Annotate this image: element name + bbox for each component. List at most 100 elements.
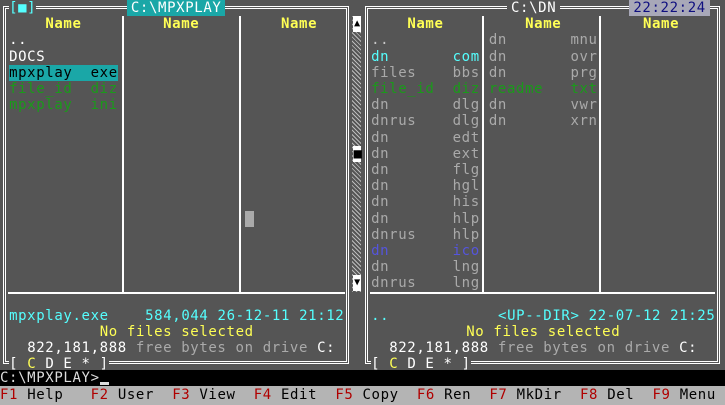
column-header[interactable]: Name [371,16,480,32]
file-item[interactable]: dnrus lng [371,275,480,291]
free-bytes: 822,181,888 [389,340,489,357]
column-divider [122,16,124,292]
file-item[interactable]: dn hgl [371,178,480,194]
file-name: dn [371,145,390,162]
file-info-details: <UP--DIR> 22-07-12 21:25 [498,307,716,324]
file-name: dnrus [371,275,417,292]
file-ext: diz [90,81,118,97]
clock: 22:22:24 [629,0,710,16]
key-number: F4 [253,387,272,403]
column-header[interactable]: Name [9,16,118,32]
text-cursor [100,382,109,385]
file-ext: edt [452,129,480,146]
file-ext: his [452,194,480,211]
file-item[interactable]: dn vwr [489,97,598,113]
free-space: 822,181,888 free bytes on drive C: [389,340,697,356]
file-ext: hlp [452,210,480,227]
file-ext: diz [452,81,480,97]
file-name: dn [488,113,507,130]
selection-status: No files selected [99,324,254,340]
file-item[interactable]: dn com [371,49,480,65]
file-name: mpxplay [9,97,73,114]
key-label: Help [27,387,64,403]
column-divider [599,16,601,292]
function-key-f1[interactable]: F1 Help [0,387,63,403]
column-divider [239,16,241,292]
command-line[interactable]: C:\MPXPLAY> [0,370,725,386]
file-name: file_id [9,81,73,97]
left-panel[interactable]: [■] C:\MPXPLAY Name Name Name .. DOCS mpxp… [0,0,362,373]
file-name: .. [9,32,28,49]
file-name: dn [371,210,390,227]
drive-label: C: [317,340,336,357]
panel-menu-button[interactable]: [■] [9,0,37,16]
function-key-f5[interactable]: F5 Copy [335,387,398,403]
file-item[interactable]: dn ico [371,243,480,259]
file-ext: mnu [570,32,598,49]
dos-navigator-screen: [■] C:\MPXPLAY Name Name Name .. DOCS mpxp… [0,0,725,405]
column-header[interactable]: Name [607,16,716,32]
scroll-up-arrow-icon[interactable]: ▲ [353,16,362,33]
key-number: F1 [0,387,19,403]
file-info-name: mpxplay.exe [9,307,109,324]
file-name: file_id [371,81,435,97]
file-item[interactable]: dn hlp [371,211,480,227]
function-key-f2[interactable]: F2 User [91,387,154,403]
file-item[interactable]: dnrus hlp [371,227,480,243]
scroll-down-arrow-icon[interactable]: ▼ [353,275,362,292]
column-header[interactable]: Name [245,16,354,32]
file-item[interactable]: readme txt [489,81,598,97]
column-divider [482,16,484,292]
key-number: F3 [172,387,191,403]
file-item[interactable]: dn prg [489,65,598,81]
file-ext: dlg [452,97,480,114]
function-key-f6[interactable]: F6 Ren [417,387,471,403]
file-item[interactable]: mpxplay ini [9,97,118,113]
function-key-f4[interactable]: F4 Edit [254,387,317,403]
file-ext: txt [570,81,598,97]
file-ext: ovr [570,48,598,65]
right-panel[interactable]: C:\DN 22:22:24 Name Name Name .. dn com fil… [362,0,725,373]
left-panel-title: C:\MPXPLAY [126,0,226,16]
key-number: F2 [90,387,109,403]
file-item[interactable]: dn ext [371,146,480,162]
file-item[interactable]: .. [9,32,118,48]
file-item[interactable]: files bbs [371,65,480,81]
file-item[interactable]: dn flg [371,162,480,178]
file-ext: exe [90,64,118,81]
key-number: F8 [580,387,599,403]
file-item[interactable]: file_id diz [9,81,118,97]
column-header[interactable]: Name [127,16,236,32]
command-prompt[interactable]: C:\MPXPLAY> [0,370,100,386]
function-key-f3[interactable]: F3 View [172,387,235,403]
file-name: .. [371,32,390,49]
file-name: dn [488,48,507,65]
file-item[interactable]: dn ovr [489,49,598,65]
file-item[interactable]: dn mnu [489,32,598,48]
scroll-thumb[interactable]: ■ [353,145,362,162]
key-label: Copy [362,387,399,403]
function-key-f9[interactable]: F9 Menu [653,387,716,403]
file-item[interactable]: dn his [371,194,480,210]
column-header[interactable]: Name [489,16,598,32]
file-ext: ini [90,97,118,114]
file-ext: flg [452,162,480,178]
function-key-f7[interactable]: F7 MkDir [489,387,561,403]
file-item[interactable]: .. [371,32,480,48]
file-item[interactable]: mpxplay exe [9,64,118,81]
file-name: DOCS [9,48,46,65]
selection-status: No files selected [466,324,621,340]
file-item[interactable]: dn lng [371,259,480,275]
file-item[interactable]: dn edt [371,130,480,146]
key-label: Ren [444,387,472,403]
function-key-f8[interactable]: F8 Del [580,387,634,403]
file-name: mpxplay [9,64,73,81]
file-ext: vwr [570,97,598,114]
file-item[interactable]: file_id diz [371,81,480,97]
info-divider [8,292,345,294]
free-text: free bytes on drive [126,340,318,357]
file-item[interactable]: DOCS [9,49,118,65]
file-item[interactable]: dn dlg [371,97,480,113]
file-item[interactable]: dn xrn [489,113,598,129]
file-item[interactable]: dnrus dlg [371,113,480,129]
